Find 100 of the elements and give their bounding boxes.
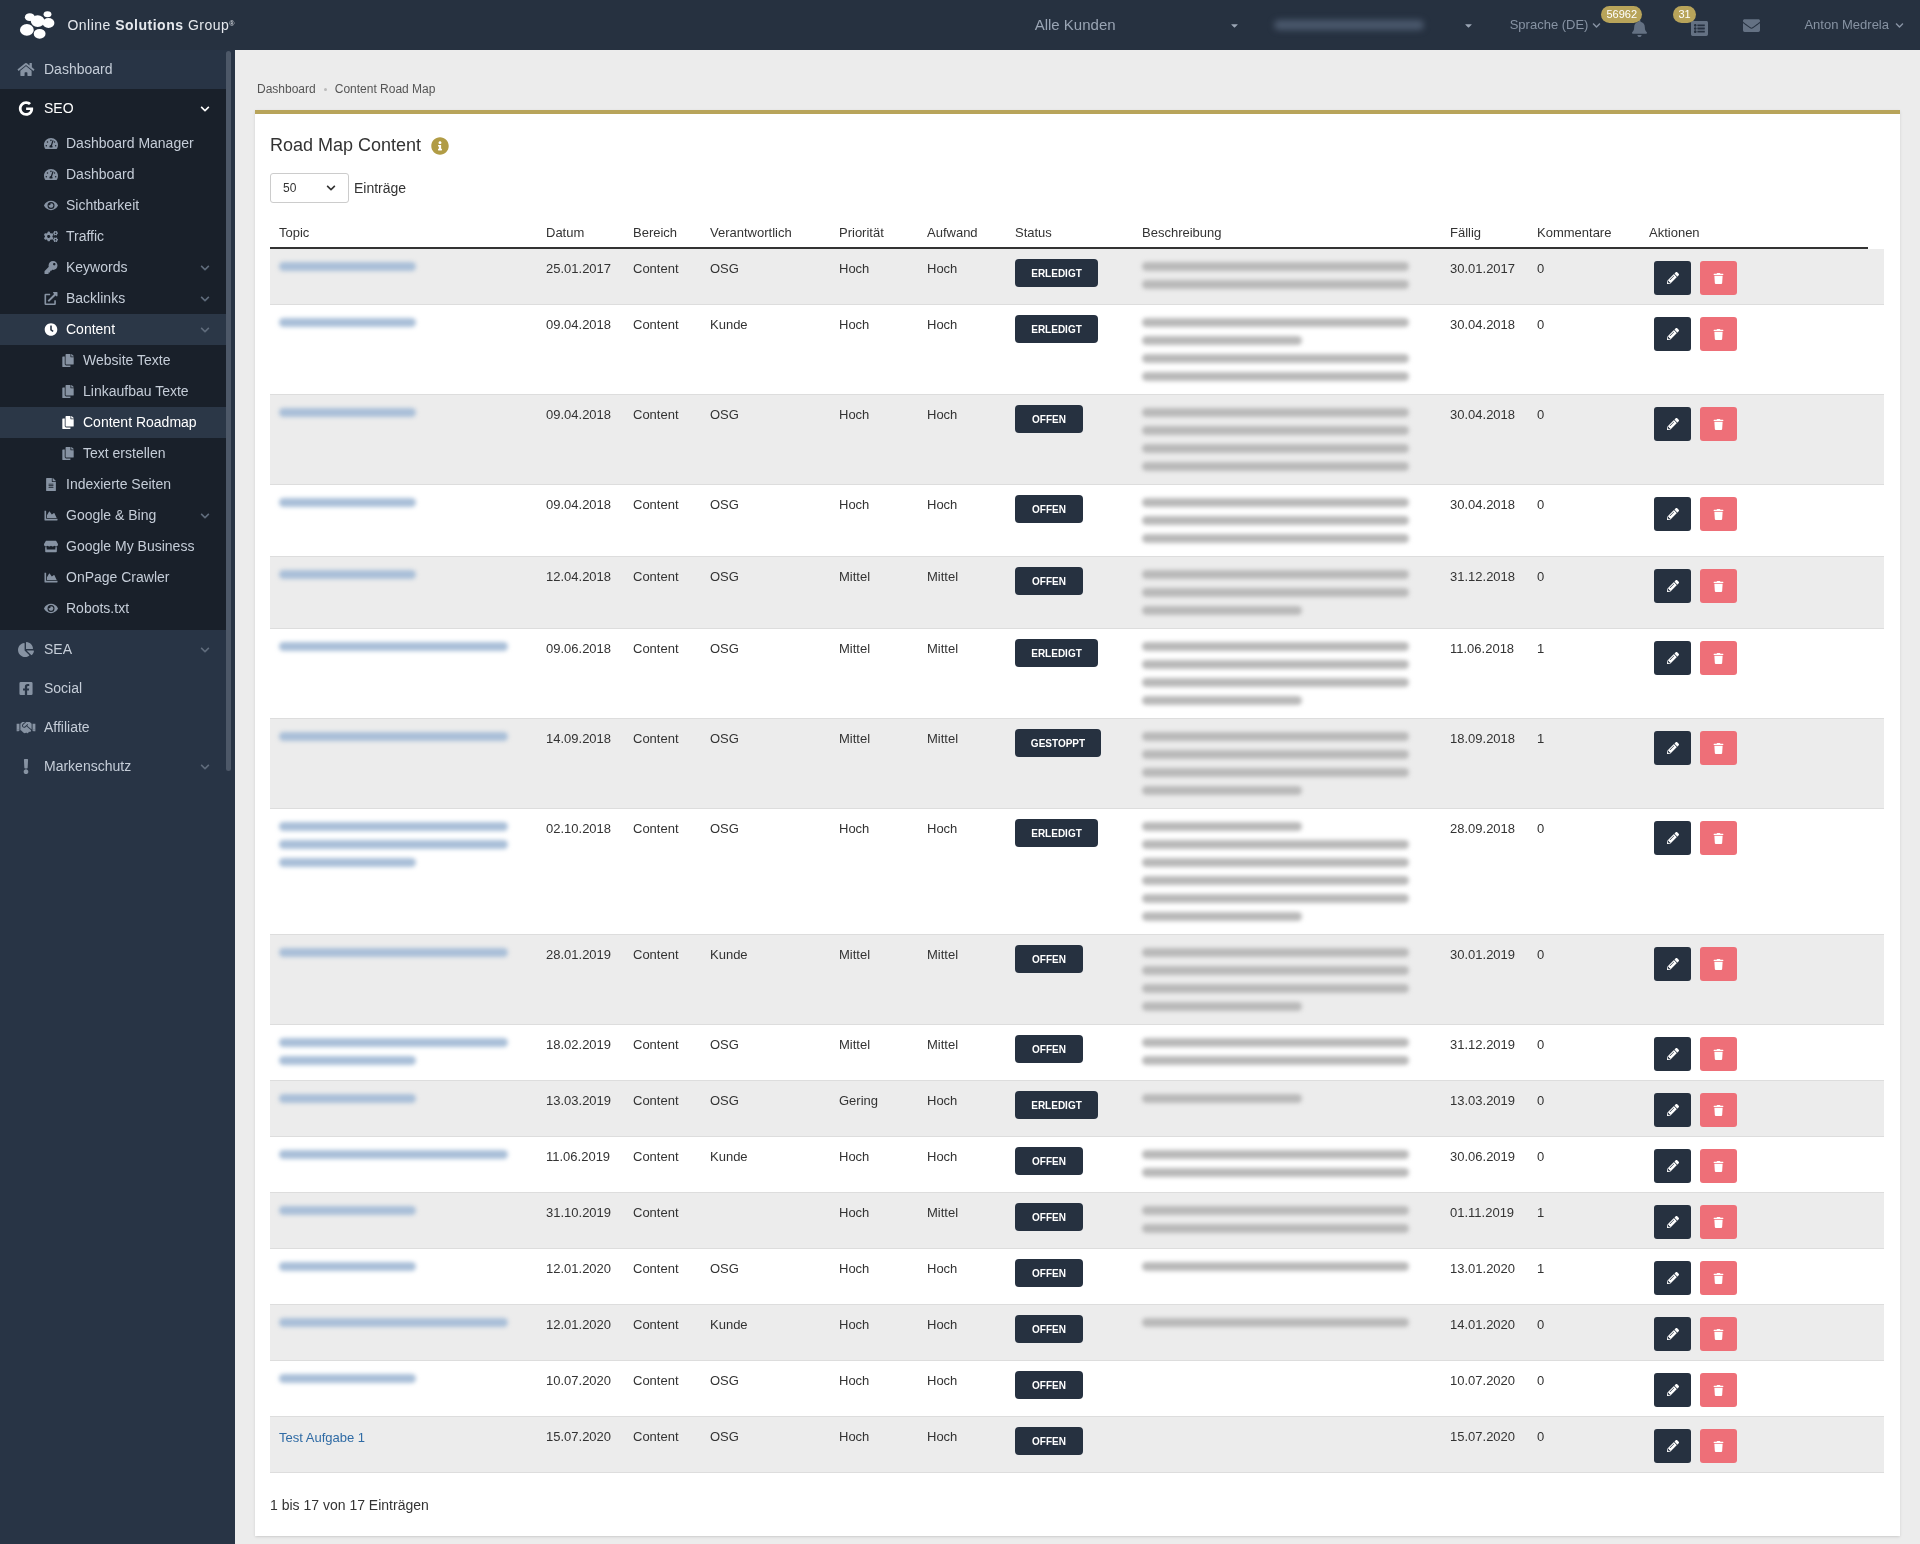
delete-button[interactable] [1700, 1373, 1737, 1407]
sidebar-item[interactable]: SEA [0, 630, 226, 669]
date-text: 18.02.2019 [546, 1037, 612, 1052]
delete-button[interactable] [1700, 407, 1737, 441]
edit-button[interactable] [1654, 407, 1691, 441]
edit-button[interactable] [1654, 1149, 1691, 1183]
edit-button[interactable] [1654, 1037, 1691, 1071]
sidebar-item[interactable]: OnPage Crawler [0, 562, 226, 593]
column-header[interactable]: Kommentare [1537, 225, 1612, 240]
table-cell: Gering [839, 1093, 879, 1108]
edit-button[interactable] [1654, 1317, 1691, 1351]
sidebar-item[interactable]: SEO [0, 89, 226, 128]
delete-button[interactable] [1700, 1093, 1737, 1127]
sidebar-item[interactable]: Robots.txt [0, 593, 226, 624]
pencil-icon [1666, 1048, 1679, 1060]
delete-button[interactable] [1700, 497, 1737, 531]
sidebar-item[interactable]: Google My Business [0, 531, 226, 562]
edit-button[interactable] [1654, 1205, 1691, 1239]
list-icon[interactable] [1690, 19, 1708, 37]
sidebar-item[interactable]: Indexierte Seiten [0, 469, 226, 500]
delete-button[interactable] [1700, 261, 1737, 295]
column-header[interactable]: Verantwortlich [710, 225, 792, 240]
delete-button[interactable] [1700, 1149, 1737, 1183]
sidebar-item[interactable]: Sichtbarkeit [0, 190, 226, 221]
edit-button[interactable] [1654, 1261, 1691, 1295]
edit-button[interactable] [1654, 1429, 1691, 1463]
sidebar-item[interactable]: Affiliate [0, 708, 226, 747]
customer-select[interactable]: Alle Kunden [1034, 13, 1240, 37]
edit-button[interactable] [1654, 947, 1691, 981]
table-cell: Hoch [927, 261, 958, 276]
delete-button[interactable] [1700, 947, 1737, 981]
delete-button[interactable] [1700, 1205, 1737, 1239]
bell-icon[interactable] [1630, 19, 1648, 37]
delete-button[interactable] [1700, 1317, 1737, 1351]
comment-count: 1 [1537, 731, 1545, 746]
language-select[interactable]: Sprache (DE) [1509, 15, 1602, 35]
trash-icon [1713, 1048, 1724, 1060]
sidebar-item[interactable]: Traffic [0, 221, 226, 252]
table-cell: Hoch [839, 407, 870, 422]
delete-button[interactable] [1700, 1037, 1737, 1071]
column-header[interactable]: Bereich [633, 225, 678, 240]
breadcrumb-link[interactable]: Content Road Map [334, 80, 436, 98]
sidebar-item[interactable]: Markenschutz [0, 747, 226, 786]
sidebar-item[interactable]: Linkaufbau Texte [0, 376, 226, 407]
sidebar-item[interactable]: Content [0, 314, 226, 345]
sidebar-label: Indexierte Seiten [66, 475, 173, 494]
column-header[interactable]: Fällig [1450, 225, 1482, 240]
document-icon [44, 478, 58, 491]
sidebar-item[interactable]: Content Roadmap [0, 407, 226, 438]
date-text: 28.09.2018 [1450, 821, 1516, 836]
user-menu[interactable]: Anton Medrela [1804, 15, 1904, 35]
account-select[interactable] [1273, 19, 1474, 31]
sidebar-item[interactable]: Dashboard Manager [0, 128, 226, 159]
delete-button[interactable] [1700, 569, 1737, 603]
sidebar-item[interactable]: Dashboard [0, 50, 226, 89]
delete-button[interactable] [1700, 731, 1737, 765]
column-header[interactable]: Topic [279, 225, 310, 240]
sidebar-item[interactable]: Website Texte [0, 345, 226, 376]
edit-button[interactable] [1654, 1093, 1691, 1127]
delete-button[interactable] [1700, 1429, 1737, 1463]
comment-count: 0 [1537, 1429, 1545, 1444]
edit-button[interactable] [1654, 731, 1691, 765]
delete-button[interactable] [1700, 317, 1737, 351]
sidebar-item[interactable]: Text erstellen [0, 438, 226, 469]
sidebar-label: Social [44, 679, 84, 698]
table-cell: Content [633, 1261, 679, 1276]
sidebar-item[interactable]: Google & Bing [0, 500, 226, 531]
page-size-select[interactable]: 50 [270, 173, 349, 203]
sidebar-item[interactable]: Backlinks [0, 283, 226, 314]
edit-button[interactable] [1654, 641, 1691, 675]
edit-button[interactable] [1654, 569, 1691, 603]
edit-button[interactable] [1654, 1373, 1691, 1407]
date-text: 15.07.2020 [1450, 1429, 1516, 1444]
clock-icon [44, 323, 58, 336]
delete-button[interactable] [1700, 641, 1737, 675]
sidebar-item[interactable]: Dashboard [0, 159, 226, 190]
edit-button[interactable] [1654, 317, 1691, 351]
edit-button[interactable] [1654, 821, 1691, 855]
scrollbar[interactable] [226, 51, 231, 771]
comment-count: 0 [1537, 1149, 1545, 1164]
sidebar-item[interactable]: Social [0, 669, 226, 708]
date-text: 30.06.2019 [1450, 1149, 1516, 1164]
column-header[interactable]: Beschreibung [1142, 225, 1222, 240]
column-header[interactable]: Aufwand [927, 225, 978, 240]
edit-button[interactable] [1654, 261, 1691, 295]
sidebar-item[interactable]: Keywords [0, 252, 226, 283]
breadcrumb-link[interactable]: Dashboard [257, 80, 316, 98]
edit-button[interactable] [1654, 497, 1691, 531]
column-header[interactable]: Priorität [839, 225, 884, 240]
column-header[interactable]: Datum [546, 225, 585, 240]
column-header[interactable]: Status [1015, 225, 1052, 240]
info-icon[interactable] [431, 136, 450, 155]
mail-icon[interactable] [1743, 16, 1761, 34]
comment-count: 1 [1537, 641, 1545, 656]
delete-button[interactable] [1700, 821, 1737, 855]
date-text: 18.09.2018 [1450, 731, 1516, 746]
topic-link[interactable]: Test Aufgabe 1 [279, 1430, 365, 1445]
delete-button[interactable] [1700, 1261, 1737, 1295]
column-header[interactable]: Aktionen [1649, 225, 1700, 240]
pencil-icon [1666, 1328, 1679, 1340]
